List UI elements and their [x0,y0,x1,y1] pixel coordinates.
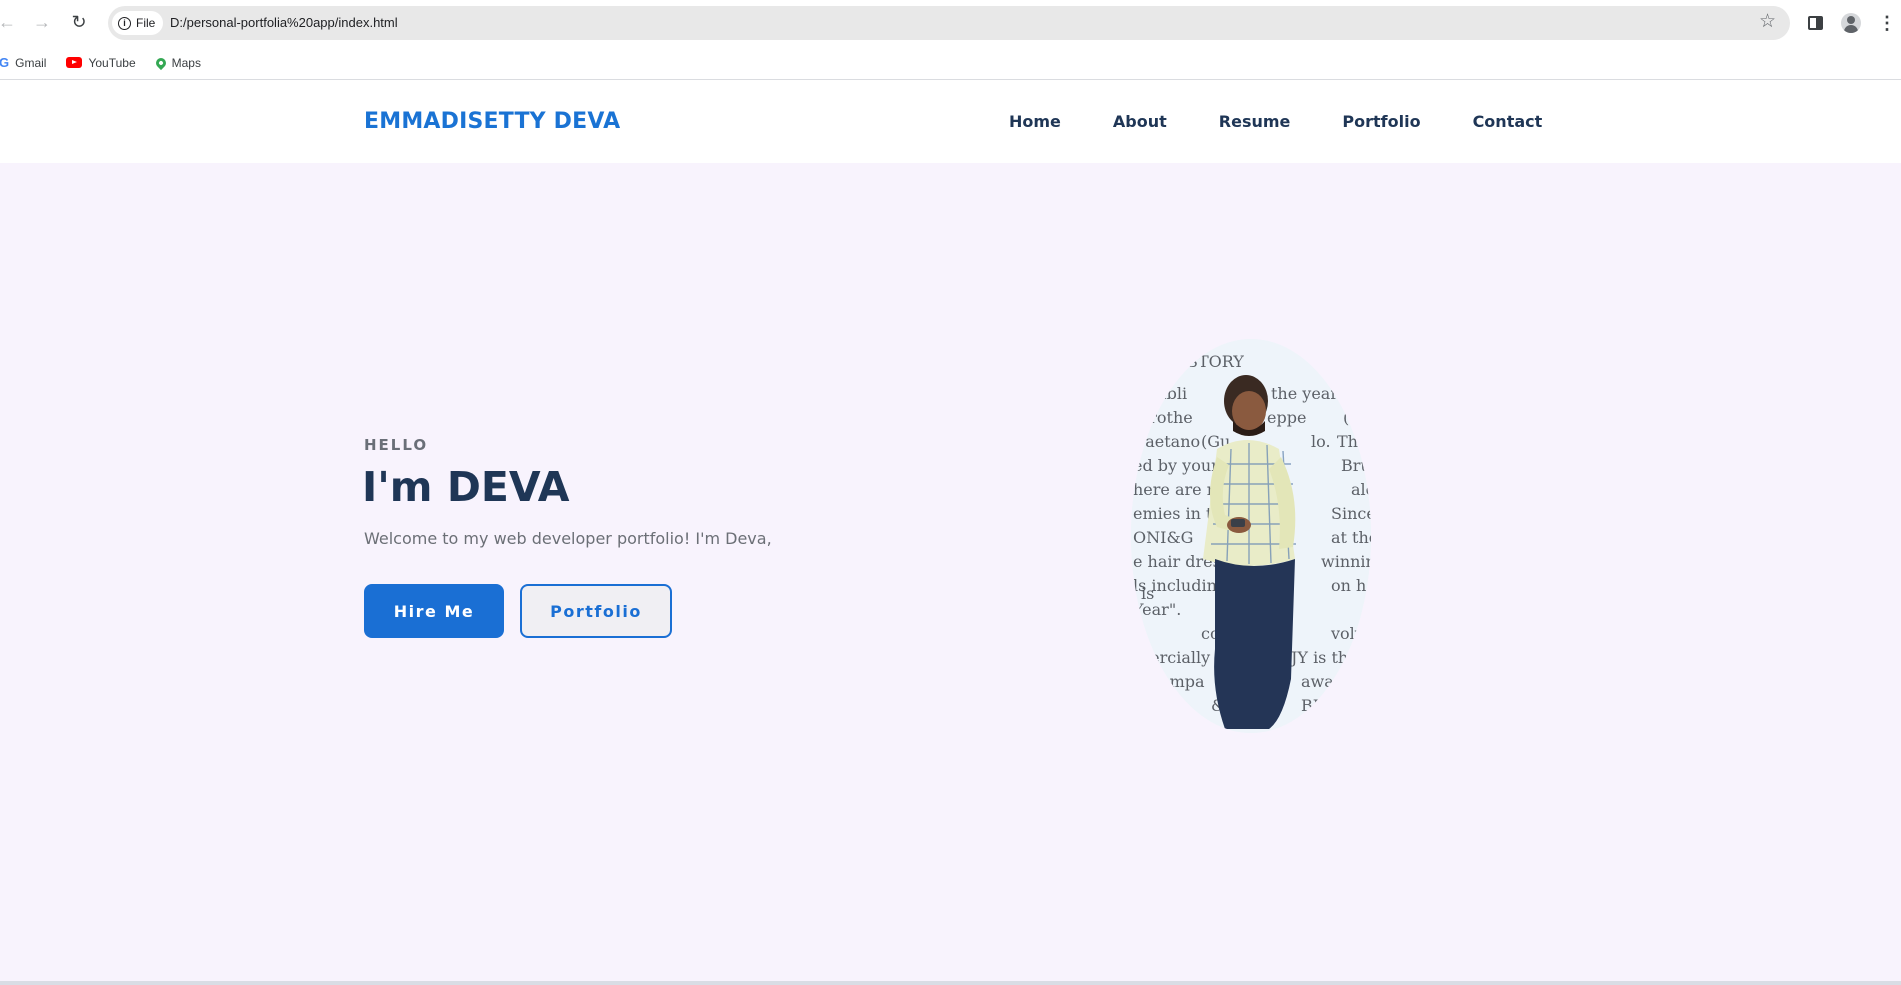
reload-icon[interactable]: ↻ [67,10,91,34]
site-info-label: File [136,16,156,30]
side-panel-button[interactable] [1802,10,1828,36]
site-header: EMMADISETTY DEVA Home About Resume Portf… [0,81,1901,163]
portrait-background-text: on hair [1331,576,1371,595]
site-logo[interactable]: EMMADISETTY DEVA [364,109,620,134]
nav-resume[interactable]: Resume [1219,112,1291,131]
youtube-icon [66,57,83,68]
portrait-background-text: at the [1331,528,1371,547]
hero-section: HELLO I'm DEVA Welcome to my web develop… [0,163,1901,981]
browser-toolbar: ← → ↻ i File D:/personal-portfolia%20app… [0,0,1901,46]
hire-me-button[interactable]: Hire Me [364,584,504,638]
nav-home[interactable]: Home [1009,112,1061,131]
star-icon[interactable]: ☆ [1759,12,1776,31]
profile-icon [1841,13,1861,33]
portrait-background-text: JY is th [1289,648,1348,667]
arrow-left-icon[interactable]: ← [0,10,19,34]
hero-bottom-border [0,981,1901,985]
hero-intro: Welcome to my web developer portfolio! I… [364,529,772,548]
side-panel-icon [1807,16,1823,30]
bookmark-maps[interactable]: Maps [153,53,201,73]
info-icon: i [118,16,131,30]
portrait-background-text: D" [1161,696,1181,715]
browser-menu-button[interactable]: ⋮ [1874,10,1900,36]
profile-photo-illustration: STORYestabli the year brothe eppe (To Caetano… [1131,339,1371,733]
portrait-background-text: (To [1343,408,1368,427]
google-icon: G [0,55,10,70]
portrait-background-text: STORY [1187,352,1244,371]
portrait-background-text: brothe [1139,408,1193,427]
maps-icon [153,55,168,70]
portrait-background-text: volving [1330,624,1371,643]
portrait-background-text: the year [1271,384,1338,403]
bookmark-label: Maps [171,55,201,70]
kebab-menu-icon: ⋮ [1878,12,1896,33]
portrait-background-text: Caetano [1133,432,1200,451]
nav-portfolio[interactable]: Portfolio [1342,112,1420,131]
portrait-background-text: ONI&G [1133,528,1193,547]
site-info-chip[interactable]: i File [112,11,164,35]
headline-name: DEVA [446,463,570,511]
portrait-background-text: Brun [1341,456,1371,475]
address-bar[interactable]: i File D:/personal-portfolia%20app/index… [108,6,1790,40]
arrow-right-icon[interactable]: → [30,10,54,34]
portrait-background-text: ed by your [1133,456,1219,475]
bookmark-label: Gmail [15,55,47,70]
hero-headline: I'm DEVA [362,463,570,511]
portrait-background-text: compa [1151,672,1205,691]
bookmarks-bar: G Gmail YouTube Maps [0,46,1901,80]
portrait-background-text: mercially [1135,648,1210,667]
profile-button[interactable] [1838,10,1864,36]
portfolio-button[interactable]: Portfolio [520,584,672,638]
portrait-background-text: winning [1321,552,1371,571]
portrait-background-text: Since [1331,504,1371,523]
nav-contact[interactable]: Contact [1473,112,1543,131]
portrait-background-text: establi [1133,384,1187,403]
portrait-background-text: BRA [1301,696,1337,715]
main-nav: Home About Resume Portfolio Contact [1009,112,1542,131]
profile-photo: STORY establi the year brothe eppe (To Caetano… [1131,339,1371,733]
hero-greeting: HELLO [364,436,429,454]
portrait-background-text: eppe [1267,408,1306,427]
portrait-background-text: lo. [1311,432,1331,451]
portrait-background-text: award [1301,672,1352,691]
portrait-background-text: The [1337,432,1367,451]
nav-about[interactable]: About [1113,112,1167,131]
portrait-background-text: Year". [1132,600,1181,619]
headline-prefix: I'm [362,463,433,511]
bookmark-gmail[interactable]: G Gmail [0,53,46,73]
portrait-background-text: alons [1351,480,1371,499]
bookmark-label: YouTube [88,55,136,70]
url-text[interactable]: D:/personal-portfolia%20app/index.html [170,15,398,30]
portrait-background-text: is [1141,584,1154,603]
bookmark-youtube[interactable]: YouTube [66,53,136,73]
portrait-background-text: nt the [1171,718,1219,733]
